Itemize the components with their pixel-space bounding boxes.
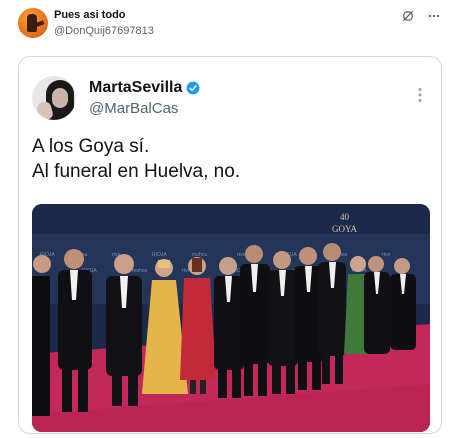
quoted-name-row: MartaSevilla [89,79,200,97]
backdrop-logo-number: 40 [340,212,350,222]
tweet-text-line-1: A los Goya sí. [32,136,150,157]
quoted-handle[interactable]: @MarBalCas [89,100,178,117]
quoted-avatar[interactable] [32,76,76,120]
svg-text:mahou: mahou [192,252,208,258]
tweet-media-photo[interactable]: RIOJAmahourtveRIOJA mahourtveRIOJAmahour… [32,204,430,432]
mute-icon[interactable] [400,8,416,24]
quoted-tweet-card[interactable]: MartaSevilla @MarBalCas A los Goya sí. A… [18,56,442,434]
svg-text:RIOJA: RIOJA [152,252,167,258]
more-icon[interactable] [426,8,442,24]
outer-tweet-header: Pues asi todo @DonQuij67697813 [14,6,442,46]
outer-display-name[interactable]: Pues asi todo [54,9,126,21]
outer-handle[interactable]: @DonQuij67697813 [54,25,154,37]
backdrop-logo-word: GOYA [332,224,358,234]
svg-text:rtve: rtve [382,252,391,258]
quoted-tweet-text: A los Goya sí. Al funeral en Huelva, no. [32,134,432,184]
outer-actions [400,8,442,24]
outer-avatar[interactable] [18,8,48,38]
tweet-text-line-2: Al funeral en Huelva, no. [32,161,241,182]
svg-text:rtve: rtve [237,252,246,258]
quoted-display-name[interactable]: MartaSevilla [89,79,182,97]
verified-badge-icon [186,81,200,95]
svg-text:mahou: mahou [132,268,148,274]
quoted-more-icon[interactable] [417,87,423,108]
